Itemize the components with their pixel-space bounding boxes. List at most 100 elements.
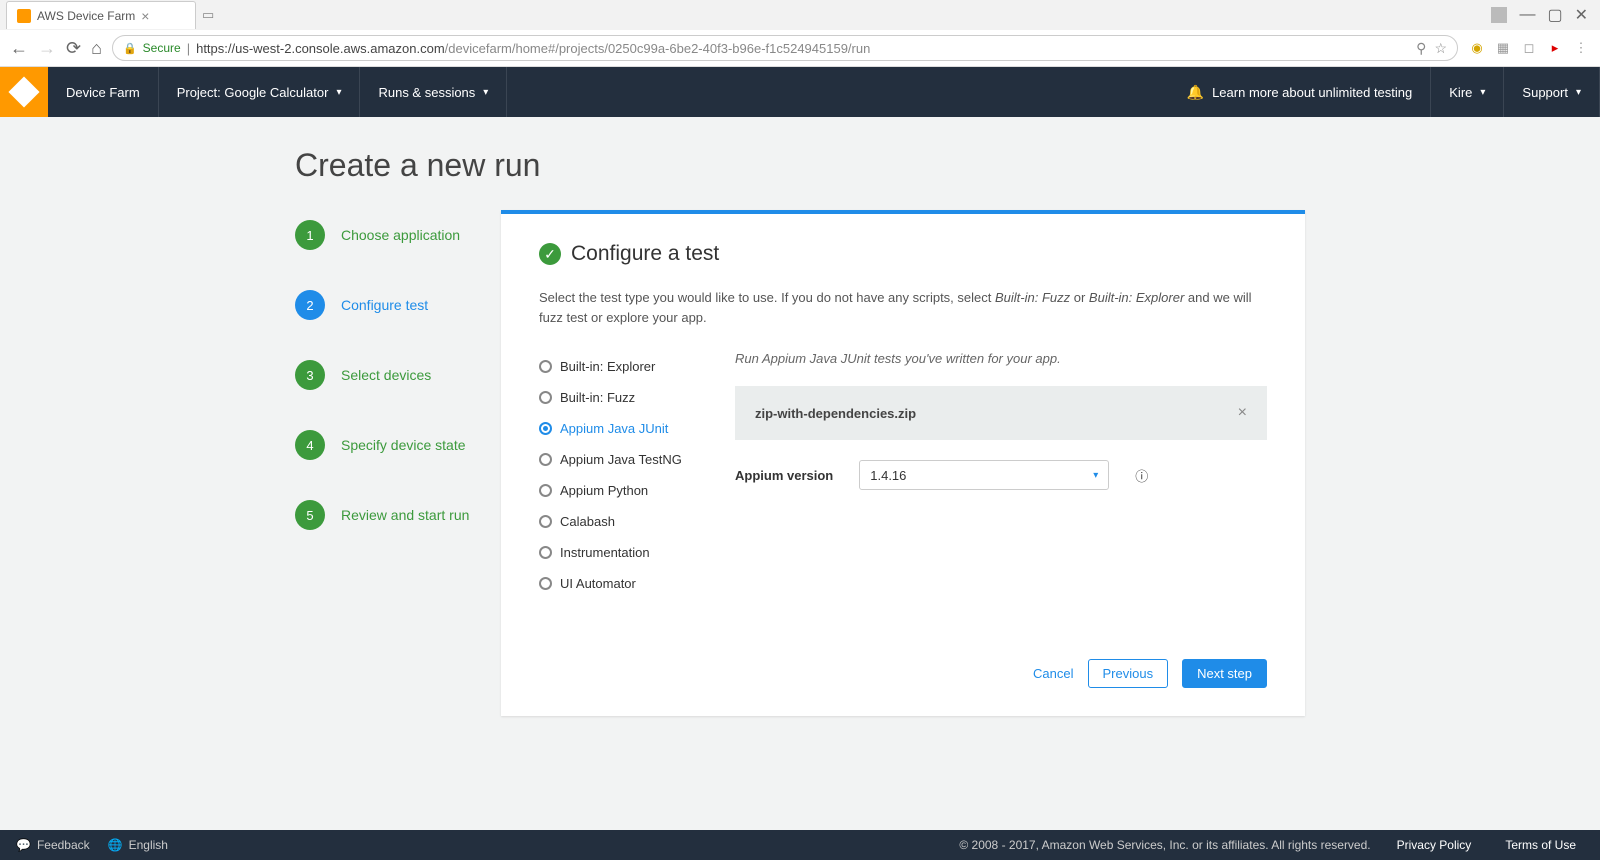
wizard-step-3[interactable]: 3 Select devices xyxy=(295,360,475,390)
remove-file-icon[interactable]: × xyxy=(1238,404,1247,422)
next-step-button[interactable]: Next step xyxy=(1182,659,1267,688)
radio-icon xyxy=(539,484,552,497)
radio-icon xyxy=(539,515,552,528)
radio-label: Calabash xyxy=(560,514,615,529)
wizard-step-1[interactable]: 1 Choose application xyxy=(295,220,475,250)
browser-chrome: AWS Device Farm × ▭ — ▢ ✕ ← → ⟳ ⌂ 🔒 Secu… xyxy=(0,0,1600,67)
window-close-icon[interactable]: ✕ xyxy=(1575,5,1588,25)
chevron-down-icon: ▾ xyxy=(483,87,488,98)
panel-description: Select the test type you would like to u… xyxy=(539,288,1267,327)
favicon-icon xyxy=(17,9,31,23)
nav-support-dropdown[interactable]: Support▾ xyxy=(1504,67,1600,117)
bell-icon: 🔔 xyxy=(1187,84,1204,101)
chevron-down-icon: ▾ xyxy=(1093,470,1098,481)
address-bar: ← → ⟳ ⌂ 🔒 Secure | https://us-west-2.con… xyxy=(0,30,1600,66)
radio-label: UI Automator xyxy=(560,576,636,591)
test-type-option[interactable]: Built-in: Explorer xyxy=(539,351,703,382)
test-type-option[interactable]: Appium Java TestNG xyxy=(539,444,703,475)
nav-runs-dropdown[interactable]: Runs & sessions▾ xyxy=(360,67,507,117)
window-controls: — ▢ ✕ xyxy=(1491,5,1600,25)
nav-learn-more[interactable]: 🔔Learn more about unlimited testing xyxy=(1169,67,1432,117)
radio-icon xyxy=(539,422,552,435)
radio-icon xyxy=(539,360,552,373)
wizard-step-2[interactable]: 2Configure test xyxy=(295,290,475,320)
chevron-down-icon: ▾ xyxy=(1480,87,1485,98)
select-value: 1.4.16 xyxy=(870,468,906,483)
test-type-option[interactable]: Calabash xyxy=(539,506,703,537)
test-type-option[interactable]: Appium Python xyxy=(539,475,703,506)
new-tab-button[interactable]: ▭ xyxy=(196,7,220,23)
test-type-hint: Run Appium Java JUnit tests you've writt… xyxy=(735,351,1267,366)
radio-icon xyxy=(539,546,552,559)
radio-label: Appium Java TestNG xyxy=(560,452,682,467)
info-icon[interactable]: ⓘ xyxy=(1135,466,1148,485)
nav-service[interactable]: Device Farm xyxy=(48,67,159,117)
browser-tab-bar: AWS Device Farm × ▭ — ▢ ✕ xyxy=(0,0,1600,30)
feedback-button[interactable]: 💬Feedback xyxy=(16,838,90,852)
extension-icons: ◉ ▦ ◻ ▸ ⋮ xyxy=(1468,39,1590,57)
star-icon[interactable]: ☆ xyxy=(1434,40,1447,57)
radio-icon xyxy=(539,391,552,404)
appium-version-select[interactable]: 1.4.16 ▾ xyxy=(859,460,1109,490)
aws-logo-icon[interactable] xyxy=(0,67,48,117)
chevron-down-icon: ▾ xyxy=(1576,87,1581,98)
test-type-option[interactable]: Appium Java JUnit xyxy=(539,413,703,444)
back-icon[interactable]: ← xyxy=(10,38,28,59)
wizard-step-5[interactable]: 5 Review and start run xyxy=(295,500,475,530)
globe-icon: 🌐 xyxy=(108,838,123,852)
user-icon[interactable] xyxy=(1491,7,1507,23)
extension-icon[interactable]: ▦ xyxy=(1494,39,1512,57)
cancel-button[interactable]: Cancel xyxy=(1033,666,1073,681)
url-input[interactable]: 🔒 Secure | https://us-west-2.console.aws… xyxy=(112,35,1458,61)
search-icon[interactable]: ⚲ xyxy=(1416,40,1426,57)
test-type-option[interactable]: UI Automator xyxy=(539,568,703,599)
extension-icon[interactable]: ◻ xyxy=(1520,39,1538,57)
panel-title: Configure a test xyxy=(571,242,719,266)
step-label: Select devices xyxy=(341,367,431,383)
step-label: Specify device state xyxy=(341,437,466,453)
radio-icon xyxy=(539,453,552,466)
nav-project-dropdown[interactable]: Project: Google Calculator▾ xyxy=(159,67,361,117)
reload-icon[interactable]: ⟳ xyxy=(66,38,81,59)
minimize-icon[interactable]: — xyxy=(1519,6,1535,24)
step-number-badge: 1 xyxy=(295,220,325,250)
home-icon[interactable]: ⌂ xyxy=(91,38,102,59)
step-number-badge: 3 xyxy=(295,360,325,390)
test-type-option[interactable]: Built-in: Fuzz xyxy=(539,382,703,413)
maximize-icon[interactable]: ▢ xyxy=(1547,5,1562,25)
previous-button[interactable]: Previous xyxy=(1088,659,1169,688)
file-name: zip-with-dependencies.zip xyxy=(755,406,916,421)
step-label: Review and start run xyxy=(341,507,469,523)
radio-label: Built-in: Fuzz xyxy=(560,390,635,405)
terms-link[interactable]: Terms of Use xyxy=(1497,838,1584,852)
config-panel: ✓ Configure a test Select the test type … xyxy=(501,210,1305,716)
browser-tab[interactable]: AWS Device Farm × xyxy=(6,1,196,29)
extension-icon[interactable]: ▸ xyxy=(1546,39,1564,57)
page-title: Create a new run xyxy=(295,147,1305,184)
aws-footer: 💬Feedback 🌐English © 2008 - 2017, Amazon… xyxy=(0,830,1600,860)
radio-label: Appium Python xyxy=(560,483,648,498)
radio-label: Built-in: Explorer xyxy=(560,359,655,374)
radio-label: Instrumentation xyxy=(560,545,650,560)
radio-icon xyxy=(539,577,552,590)
nav-user-dropdown[interactable]: Kire▾ xyxy=(1431,67,1504,117)
step-label: Configure test xyxy=(341,297,428,313)
language-button[interactable]: 🌐English xyxy=(108,838,168,852)
close-icon[interactable]: × xyxy=(141,8,149,24)
extension-icon[interactable]: ◉ xyxy=(1468,39,1486,57)
privacy-policy-link[interactable]: Privacy Policy xyxy=(1389,838,1480,852)
uploaded-file: zip-with-dependencies.zip × xyxy=(735,386,1267,440)
appium-version-label: Appium version xyxy=(735,468,833,483)
forward-icon: → xyxy=(38,38,56,59)
menu-icon[interactable]: ⋮ xyxy=(1572,39,1590,57)
secure-label: Secure xyxy=(143,41,181,55)
test-type-option[interactable]: Instrumentation xyxy=(539,537,703,568)
wizard-steps: 1 Choose application 2Configure test 3 Selec… xyxy=(295,210,475,570)
step-label: Choose application xyxy=(341,227,460,243)
step-number-badge: 5 xyxy=(295,500,325,530)
url-text: https://us-west-2.console.aws.amazon.com… xyxy=(196,41,1410,56)
test-type-radio-group: Built-in: Explorer Built-in: Fuzz Appium J… xyxy=(539,351,703,599)
wizard-step-4[interactable]: 4Specify device state xyxy=(295,430,475,460)
lock-icon: 🔒 xyxy=(123,42,137,55)
tab-title: AWS Device Farm xyxy=(37,9,135,23)
